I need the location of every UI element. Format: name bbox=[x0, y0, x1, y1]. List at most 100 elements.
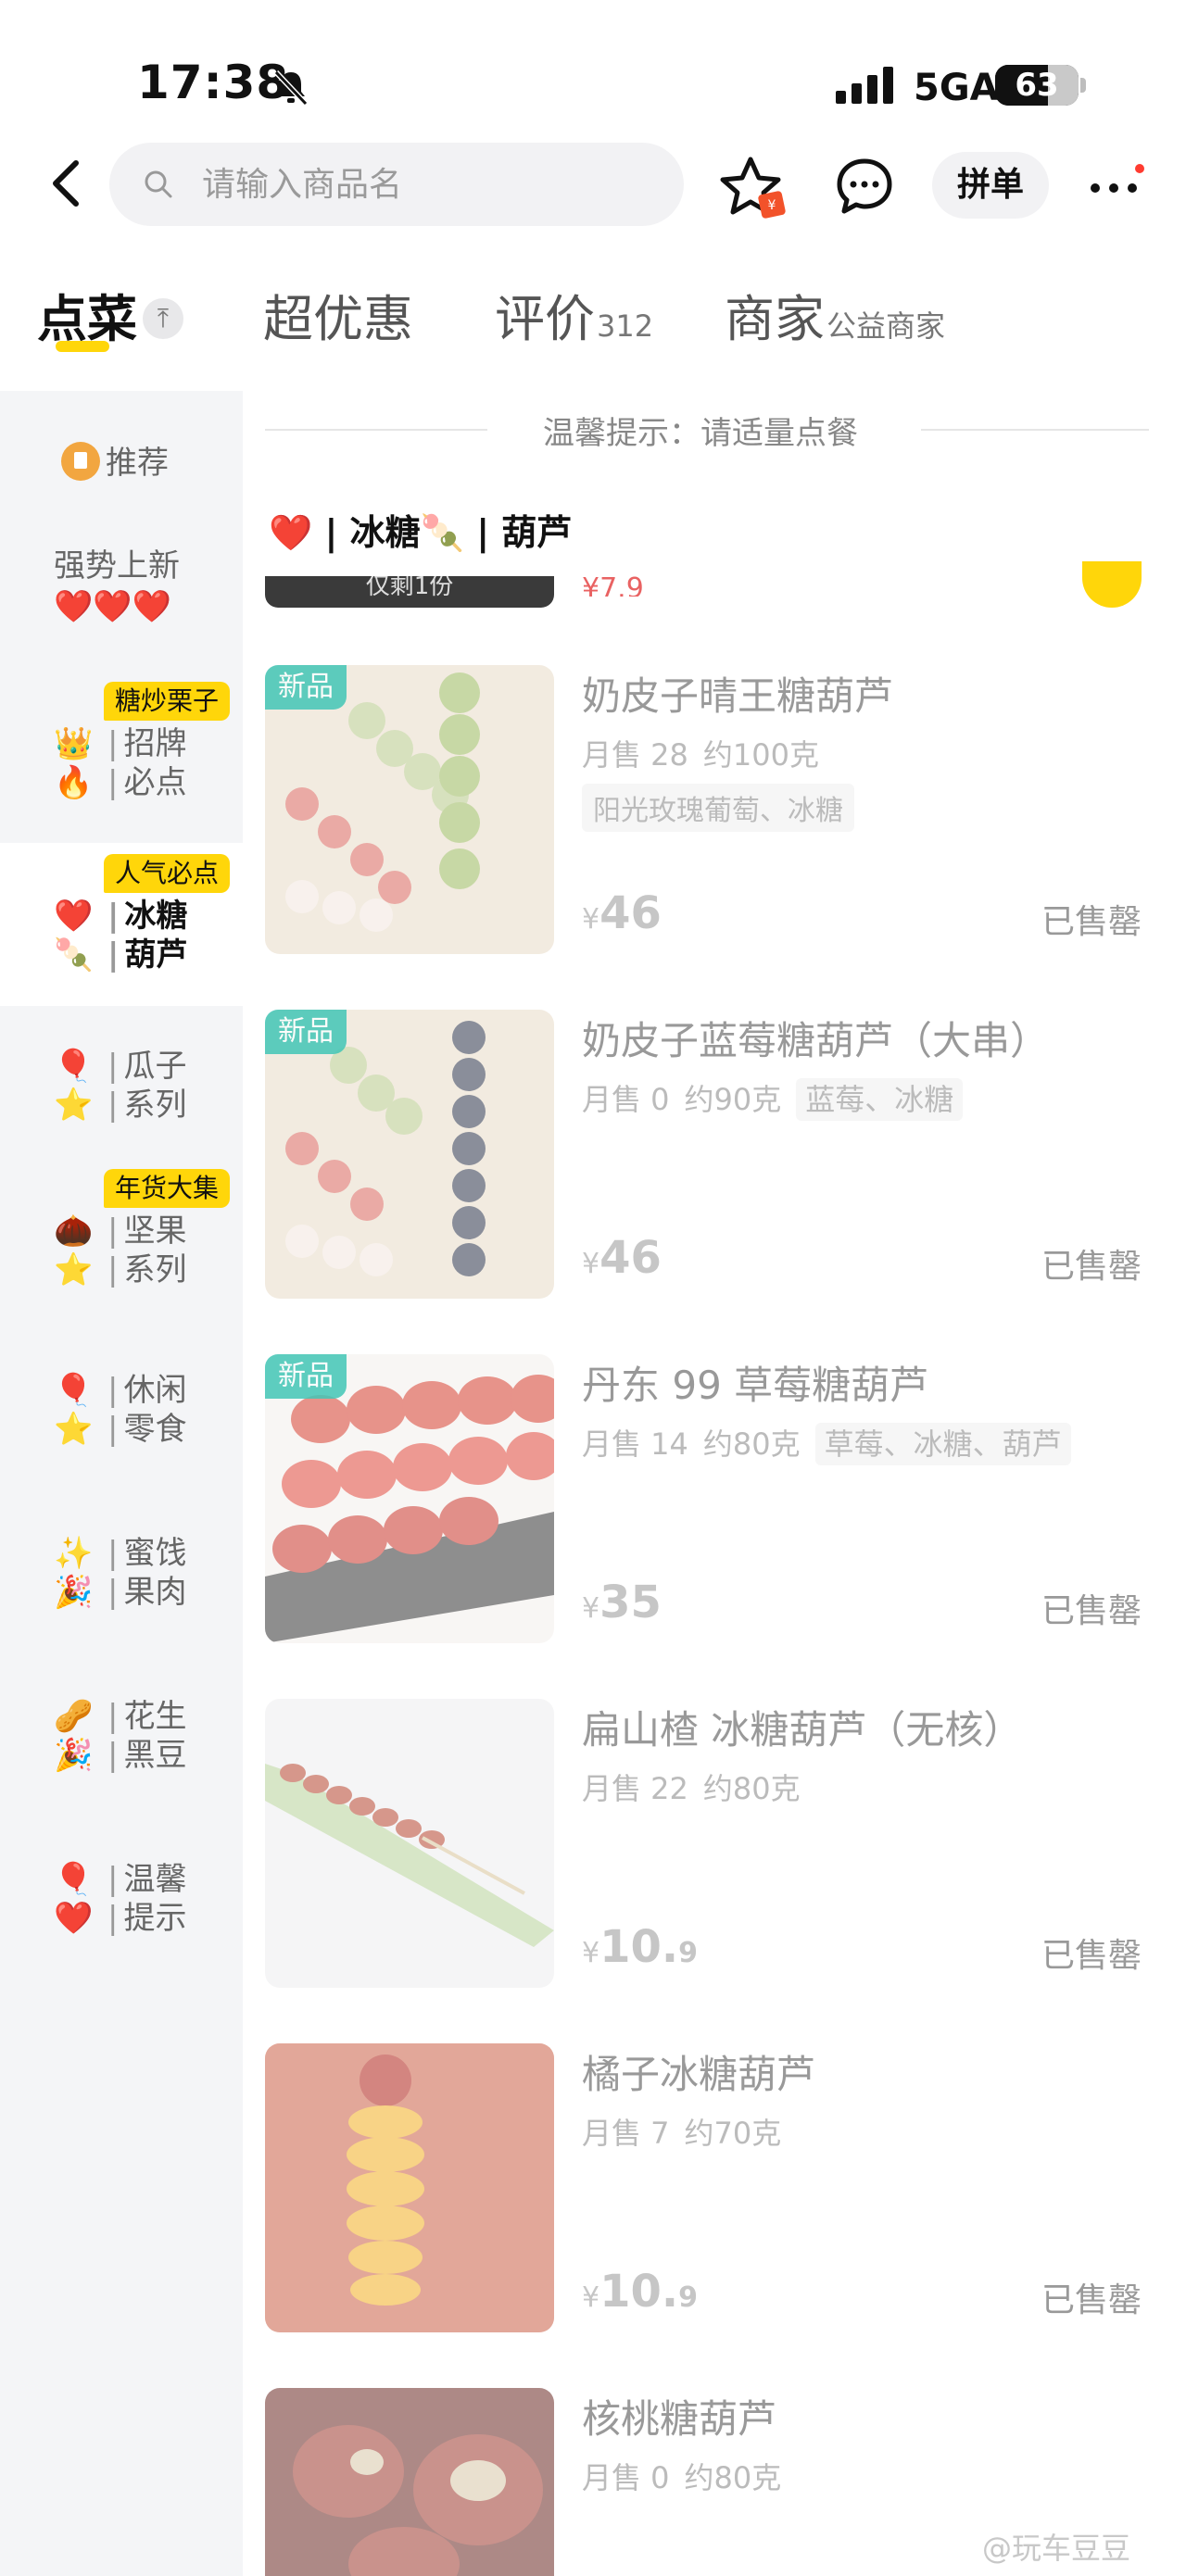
sidebar-item-recommend[interactable]: 推荐 bbox=[0, 391, 243, 521]
tab-reviews-label: 评价 bbox=[495, 290, 595, 348]
heart-icon: ❤️ bbox=[54, 1900, 94, 1937]
sidebar-item-melon-seeds[interactable]: 🎈 | 瓜子 ⭐ | 系列 bbox=[0, 1047, 243, 1139]
sidebar-item-label: | 葫芦 bbox=[107, 936, 188, 974]
sidebar-item-chestnut[interactable]: 糖炒栗子 👑 | 招牌 🔥 | 必点 bbox=[0, 682, 243, 821]
price-symbol: ¥ bbox=[582, 1592, 600, 1625]
favorite-star-icon[interactable]: ¥ bbox=[719, 152, 793, 226]
section-title: ❤️ | 冰糖🍡 | 葫芦 bbox=[269, 512, 573, 553]
product-meta: 月售 0 约90克 蓝莓、冰糖 bbox=[582, 1076, 978, 1121]
monthly-sales: 月售 22 bbox=[582, 1771, 688, 1806]
add-to-cart-button[interactable] bbox=[1082, 561, 1142, 608]
product-card[interactable]: 橘子冰糖葫芦 月售 7 约70克 ¥10.9 已售罄 bbox=[265, 2043, 1149, 2332]
price-symbol: ¥ bbox=[582, 1248, 600, 1280]
price-symbol: ¥ bbox=[582, 1937, 600, 1969]
status-time: 17:38 bbox=[137, 56, 290, 109]
search-bar[interactable] bbox=[109, 143, 684, 226]
sidebar-item-snacks[interactable]: 🎈 | 休闲 ⭐ | 零食 bbox=[0, 1371, 243, 1464]
battery-tip bbox=[1080, 78, 1086, 93]
price-value: 46 bbox=[599, 1232, 662, 1284]
group-order-button[interactable]: 拼单 bbox=[932, 152, 1049, 219]
crown-icon: 👑 bbox=[54, 725, 94, 762]
product-card[interactable]: 扁山楂 冰糖葫芦（无核） 月售 22 约80克 ¥10.9 已售罄 bbox=[265, 1699, 1149, 1988]
product-name: 奶皮子晴王糖葫芦 bbox=[582, 673, 894, 719]
sidebar-badge: 人气必点 bbox=[104, 854, 231, 893]
category-sidebar: 推荐 强势上新 ❤️❤️❤️ 糖炒栗子 👑 | 招牌 🔥 | 必点 人气必点 ❤️ … bbox=[0, 391, 243, 2576]
product-weight: 约80克 bbox=[702, 1426, 801, 1462]
sidebar-item-label: | 必点 bbox=[107, 764, 187, 801]
star-emoji-icon: ⭐ bbox=[54, 1411, 94, 1448]
product-card[interactable]: 新品 丹东 99 草莓糖葫芦 月售 14 约80克 草莓、冰糖、葫芦 ¥35 已售罄 bbox=[265, 1354, 1149, 1643]
search-input[interactable] bbox=[202, 143, 665, 226]
product-image bbox=[265, 2043, 554, 2332]
price-value: 10. bbox=[599, 2266, 679, 2318]
sidebar-item-peanuts[interactable]: 🥜 | 花生 🎉 | 黑豆 bbox=[0, 1697, 243, 1790]
product-meta: 月售 28 约100克 bbox=[582, 732, 834, 774]
product-card[interactable]: 新品 奶皮子晴王糖葫芦 月售 28 约100克 阳光玫瑰葡萄、冰糖 ¥46 已售罄 bbox=[265, 665, 1149, 954]
product-meta: 月售 0 约80克 bbox=[582, 2455, 796, 2497]
product-name: 丹东 99 草莓糖葫芦 bbox=[582, 1363, 929, 1408]
tip-text: 温馨提示：请适量点餐 bbox=[543, 415, 858, 452]
new-product-tag: 新品 bbox=[265, 665, 347, 710]
party-popper-icon: 🎉 bbox=[54, 1574, 94, 1611]
product-price: ¥35 bbox=[582, 1577, 662, 1628]
back-arrow-icon[interactable] bbox=[44, 156, 91, 211]
sidebar-item-tips[interactable]: 🎈 | 温馨 ❤️ | 提示 bbox=[0, 1860, 243, 1953]
sidebar-item-label: | 休闲 bbox=[107, 1372, 187, 1409]
tab-order[interactable]: 点菜 ⤒ bbox=[37, 278, 183, 352]
sidebar-item-label: | 瓜子 bbox=[107, 1048, 187, 1085]
search-icon bbox=[145, 170, 172, 198]
chat-icon[interactable] bbox=[834, 156, 895, 217]
product-card[interactable]: 新品 奶皮子蓝莓糖葫芦（大串） 月售 0 约90克 蓝莓、冰糖 ¥46 已售罄 bbox=[265, 1010, 1149, 1299]
sidebar-item-nuts[interactable]: 年货大集 🌰 | 坚果 ⭐ | 系列 bbox=[0, 1169, 243, 1308]
product-name: 核桃糖葫芦 bbox=[582, 2396, 777, 2442]
balloon-icon: 🎈 bbox=[54, 1861, 94, 1898]
heart-icon: ❤️ bbox=[54, 898, 94, 935]
scroll-top-icon[interactable]: ⤒ bbox=[143, 298, 183, 339]
sparkle-icon: ✨ bbox=[54, 1535, 94, 1572]
sidebar-label-line1: 冰糖 bbox=[124, 898, 188, 935]
tab-order-label: 点菜 bbox=[37, 290, 137, 348]
product-ingredients: 阳光玫瑰葡萄、冰糖 bbox=[582, 784, 854, 832]
tab-deals-label: 超优惠 bbox=[263, 290, 413, 348]
sidebar-label-line1: 花生 bbox=[123, 1698, 187, 1735]
sold-out-label: 已售罄 bbox=[1041, 1592, 1142, 1630]
tab-merchant[interactable]: 商家公益商家 bbox=[725, 278, 945, 352]
ordering-tip: 温馨提示：请适量点餐 bbox=[265, 404, 1149, 456]
price-symbol: ¥ bbox=[582, 903, 600, 936]
sidebar-item-new-arrivals[interactable]: 强势上新 ❤️❤️❤️ bbox=[0, 547, 243, 639]
tab-deals[interactable]: 超优惠 bbox=[263, 278, 413, 352]
more-menu-icon[interactable] bbox=[1086, 163, 1151, 209]
sidebar-item-label: | 冰糖 bbox=[107, 898, 188, 935]
monthly-sales: 月售 14 bbox=[582, 1426, 688, 1462]
sidebar-item-preserved-fruit[interactable]: ✨ | 蜜饯 🎉 | 果肉 bbox=[0, 1534, 243, 1627]
balloon-icon: 🎈 bbox=[54, 1048, 94, 1085]
sidebar-item-tanghulu[interactable]: 人气必点 ❤️ | 冰糖 🍡 | 葫芦 bbox=[0, 843, 243, 1006]
price-symbol: ¥ bbox=[582, 2281, 600, 2314]
partial-product-price: ¥7.9 bbox=[582, 572, 644, 597]
sidebar-label-line2: 必点 bbox=[123, 764, 187, 801]
sidebar-item-label: | 坚果 bbox=[107, 1213, 187, 1250]
tab-reviews[interactable]: 评价312 bbox=[495, 278, 653, 352]
product-weight: 约90克 bbox=[684, 1082, 782, 1117]
product-weight: 约70克 bbox=[684, 2116, 782, 2151]
sidebar-label-line1: 瓜子 bbox=[123, 1048, 187, 1085]
sidebar-badge: 糖炒栗子 bbox=[104, 682, 231, 721]
sidebar-item-label: | 花生 bbox=[107, 1698, 187, 1735]
watermark: @玩车豆豆 bbox=[982, 2531, 1131, 2566]
sidebar-recommend-wrap: 推荐 bbox=[61, 437, 169, 483]
product-image bbox=[265, 1699, 554, 1988]
party-popper-icon: 🎉 bbox=[54, 1737, 94, 1774]
sidebar-label-line2: 系列 bbox=[123, 1087, 187, 1124]
product-weight: 约80克 bbox=[684, 2460, 782, 2495]
product-price: ¥46 bbox=[582, 887, 662, 939]
product-meta: 月售 14 约80克 草莓、冰糖、葫芦 bbox=[582, 1421, 1086, 1465]
sidebar-label-line1: 蜜饯 bbox=[123, 1535, 187, 1572]
product-ingredients: 蓝莓、冰糖 bbox=[796, 1078, 964, 1121]
product-name: 奶皮子蓝莓糖葫芦（大串） bbox=[582, 1018, 1050, 1063]
price-decimal: 9 bbox=[678, 2281, 698, 2314]
product-weight: 约100克 bbox=[702, 737, 819, 773]
monthly-sales: 月售 7 bbox=[582, 2116, 670, 2151]
battery-percent: 63 bbox=[1015, 67, 1059, 104]
chestnut-icon: 🌰 bbox=[54, 1213, 94, 1250]
price-value: 35 bbox=[599, 1577, 662, 1628]
